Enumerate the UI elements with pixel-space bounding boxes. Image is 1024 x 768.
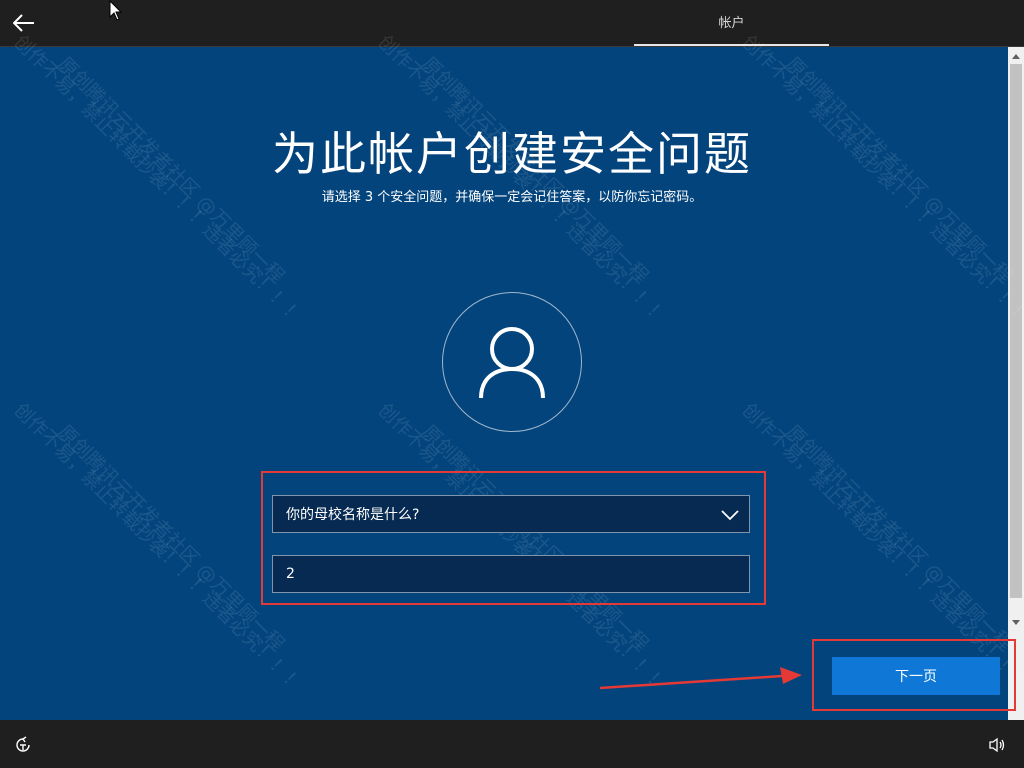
volume-icon	[989, 737, 1005, 753]
volume-button[interactable]	[986, 734, 1008, 756]
accessibility-button[interactable]	[12, 734, 34, 756]
top-bar	[0, 0, 1024, 46]
step-tab-account: 帐户	[718, 16, 745, 31]
mouse-pointer-icon	[109, 0, 123, 21]
user-icon	[479, 327, 545, 399]
security-question-select[interactable]: 你的母校名称是什么?	[272, 495, 750, 533]
chevron-down-icon	[721, 510, 739, 521]
setup-screen: 帐户 创作不易，禁止转载抄袭！！！违者必究！！！ 原创腾讯云开发者社区 @万里顾…	[0, 0, 1024, 768]
ease-of-access-icon	[16, 736, 30, 752]
scroll-down-button[interactable]	[1008, 614, 1024, 631]
next-button[interactable]: 下一页	[832, 657, 1000, 695]
page-title: 为此帐户创建安全问题	[272, 127, 752, 181]
back-button[interactable]	[8, 8, 40, 38]
annotation-arrow-icon	[599, 667, 802, 690]
back-arrow-icon	[13, 14, 34, 32]
page-subtitle: 请选择 3 个安全问题，并确保一定会记住答案，以防你忘记密码。	[321, 190, 703, 205]
scroll-up-button[interactable]	[1008, 47, 1024, 64]
caret-down-icon	[1012, 619, 1020, 625]
caret-up-icon	[1012, 53, 1020, 59]
selected-question-label: 你的母校名称是什么?	[286, 507, 420, 523]
security-answer-input[interactable]	[272, 555, 750, 593]
bottom-bar	[0, 720, 1024, 768]
avatar	[442, 292, 582, 432]
